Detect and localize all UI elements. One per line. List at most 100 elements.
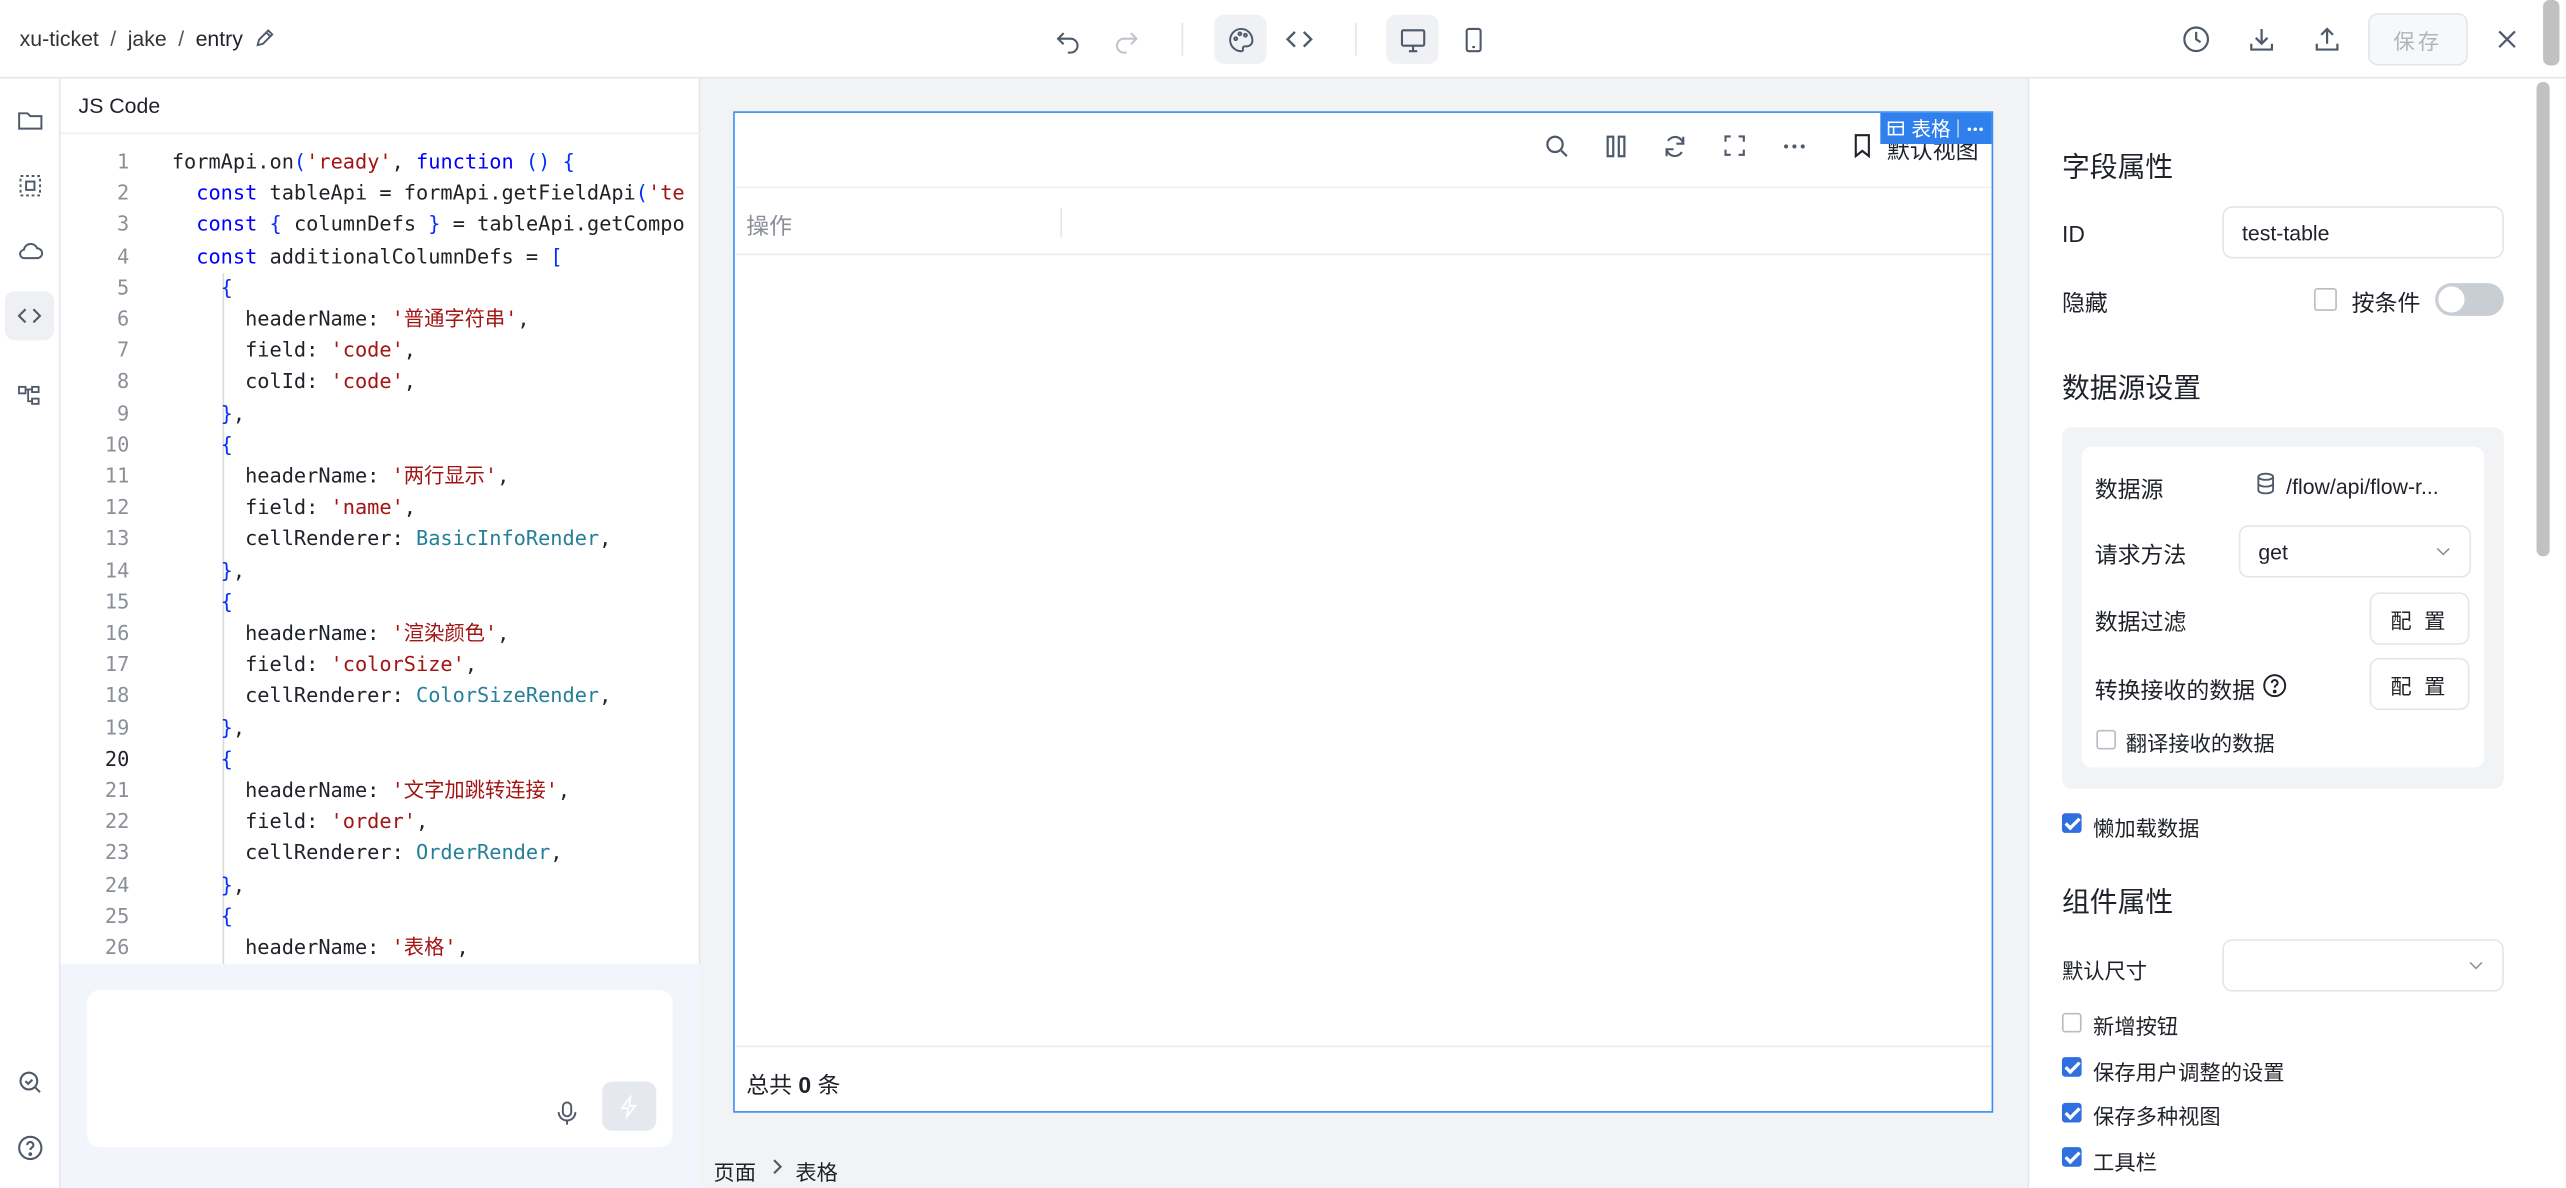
close-button[interactable] (2481, 15, 2533, 64)
column-header-actions[interactable]: 操作 (746, 209, 792, 242)
code-line[interactable]: 24 }, (61, 868, 701, 899)
code-line[interactable]: 15 { (61, 585, 701, 616)
redo-button[interactable] (1100, 15, 1152, 64)
code-line[interactable]: 19 }, (61, 711, 701, 742)
code-line[interactable]: 12 field: 'name', (61, 491, 701, 522)
field-properties-title: 字段属性 (2061, 152, 2174, 184)
breadcrumb-user[interactable]: jake (128, 26, 167, 51)
clock-icon (2181, 25, 2210, 54)
more-icon[interactable] (1965, 119, 1985, 139)
code-line[interactable]: 4 const additionalColumnDefs = [ (61, 240, 701, 271)
code-text: headerName: '表格', (171, 934, 469, 959)
rail-code-button[interactable] (4, 291, 55, 341)
code-line[interactable]: 5 { (61, 271, 701, 302)
ai-prompt-input[interactable] (86, 989, 673, 1148)
code-line[interactable]: 6 headerName: '普通字符串', (61, 303, 701, 334)
transform-config-button[interactable]: 配 置 (2369, 657, 2470, 711)
upload-icon (2312, 25, 2341, 54)
component-tag[interactable]: 表格 (1880, 112, 1992, 144)
code-line[interactable]: 22 field: 'order', (61, 805, 701, 836)
crumb-table[interactable]: 表格 (795, 1155, 838, 1186)
code-line[interactable]: 13 cellRenderer: BasicInfoRender, (61, 523, 701, 554)
property-panel-scrollbar[interactable] (2536, 81, 2550, 557)
column-resize-handle[interactable] (1060, 207, 1063, 238)
undo-button[interactable] (1041, 15, 1093, 64)
lazy-load-checkbox[interactable] (2061, 813, 2082, 833)
rail-search-button[interactable] (5, 1057, 54, 1106)
translate-checkbox[interactable] (2096, 729, 2116, 750)
line-number: 22 (104, 808, 130, 834)
more-icon[interactable] (1780, 133, 1808, 161)
line-number: 25 (104, 902, 130, 928)
code-line[interactable]: 7 field: 'code', (61, 334, 701, 365)
code-line[interactable]: 23 cellRenderer: OrderRender, (61, 837, 701, 868)
mobile-view-button[interactable] (1447, 15, 1499, 64)
hidden-toggle[interactable] (2435, 283, 2504, 316)
download-button[interactable] (2235, 15, 2287, 64)
microphone-icon[interactable] (553, 1100, 581, 1128)
code-line[interactable]: 17 field: 'colorSize', (61, 648, 701, 679)
default-size-select[interactable] (2222, 939, 2504, 992)
table-component[interactable]: 默认视图 表格 操作 总共 0 条 (733, 111, 1994, 1113)
history-button[interactable] (2170, 15, 2222, 64)
id-input[interactable]: test-table (2222, 206, 2504, 259)
line-number: 4 (117, 243, 130, 268)
code-line[interactable]: 14 }, (61, 554, 701, 585)
save-button[interactable]: 保存 (2367, 13, 2468, 66)
hidden-condition-checkbox[interactable] (2313, 287, 2337, 311)
code-line[interactable]: 16 headerName: '渲染颜色', (61, 617, 701, 648)
component-section-title: 组件属性 (2061, 886, 2174, 918)
save-user-settings-checkbox[interactable] (2061, 1057, 2082, 1077)
code-line[interactable]: 26 headerName: '表格', (61, 931, 701, 962)
save-views-checkbox[interactable] (2061, 1102, 2082, 1123)
code-line[interactable]: 2 const tableApi = formApi.getFieldApi('… (61, 177, 701, 208)
search-icon[interactable] (1543, 133, 1571, 161)
breadcrumb-page: entry (195, 26, 243, 51)
rail-pages-button[interactable] (5, 95, 54, 144)
design-mode-button[interactable] (1214, 14, 1267, 64)
code-mode-button[interactable] (1273, 15, 1325, 64)
method-select[interactable]: get (2238, 525, 2472, 578)
line-number: 13 (104, 525, 130, 551)
page-scrollbar[interactable] (2543, 0, 2560, 66)
rail-datasource-button[interactable] (5, 226, 54, 275)
code-line[interactable]: 1 formApi.on('ready', function () { (61, 146, 701, 177)
left-rail (0, 78, 61, 1188)
bookmark-icon[interactable] (1849, 133, 1875, 159)
code-line[interactable]: 21 headerName: '文字加跳转连接', (61, 774, 701, 805)
rail-components-button[interactable] (5, 160, 54, 209)
code-line[interactable]: 11 headerName: '两行显示', (61, 460, 701, 491)
code-line[interactable]: 8 colId: 'code', (61, 366, 701, 397)
filter-config-button[interactable]: 配 置 (2369, 592, 2470, 645)
add-button-checkbox[interactable] (2061, 1012, 2082, 1033)
rail-tree-button[interactable] (5, 371, 54, 420)
code-line[interactable]: 9 }, (61, 397, 701, 428)
rail-help-button[interactable] (5, 1123, 54, 1172)
code-text: headerName: '普通字符串', (171, 305, 530, 331)
code-editor[interactable]: 1 formApi.on('ready', function () {2 cons… (60, 132, 701, 964)
desktop-view-button[interactable] (1386, 14, 1439, 64)
edit-pencil-icon[interactable] (254, 28, 275, 49)
code-line[interactable]: 3 const { columnDefs } = tableApi.getCom… (61, 208, 701, 239)
line-number: 16 (104, 620, 130, 645)
fullscreen-icon[interactable] (1722, 133, 1748, 159)
datasource-value[interactable]: /flow/api/flow-r... (2286, 475, 2439, 500)
toolbar-checkbox[interactable] (2061, 1147, 2082, 1167)
code-line[interactable]: 25 { (61, 900, 701, 931)
code-line[interactable]: 20 { (61, 743, 701, 774)
code-line[interactable]: 18 cellRenderer: ColorSizeRender, (61, 680, 701, 711)
table-icon (1887, 119, 1905, 137)
line-number: 24 (104, 871, 130, 897)
breadcrumb-project[interactable]: xu-ticket (20, 26, 99, 51)
ai-send-button[interactable] (602, 1081, 657, 1131)
code-line[interactable]: 10 { (61, 428, 701, 459)
download-icon (2247, 25, 2276, 54)
columns-icon[interactable] (1602, 133, 1630, 161)
code-text: headerName: '两行显示', (171, 463, 510, 488)
refresh-icon[interactable] (1661, 133, 1689, 161)
question-icon[interactable] (2262, 673, 2288, 699)
crumb-page[interactable]: 页面 (714, 1155, 757, 1186)
add-button-label: 新增按钮 (2093, 1014, 2179, 1040)
cloud-icon (16, 236, 44, 264)
upload-button[interactable] (2301, 15, 2353, 64)
